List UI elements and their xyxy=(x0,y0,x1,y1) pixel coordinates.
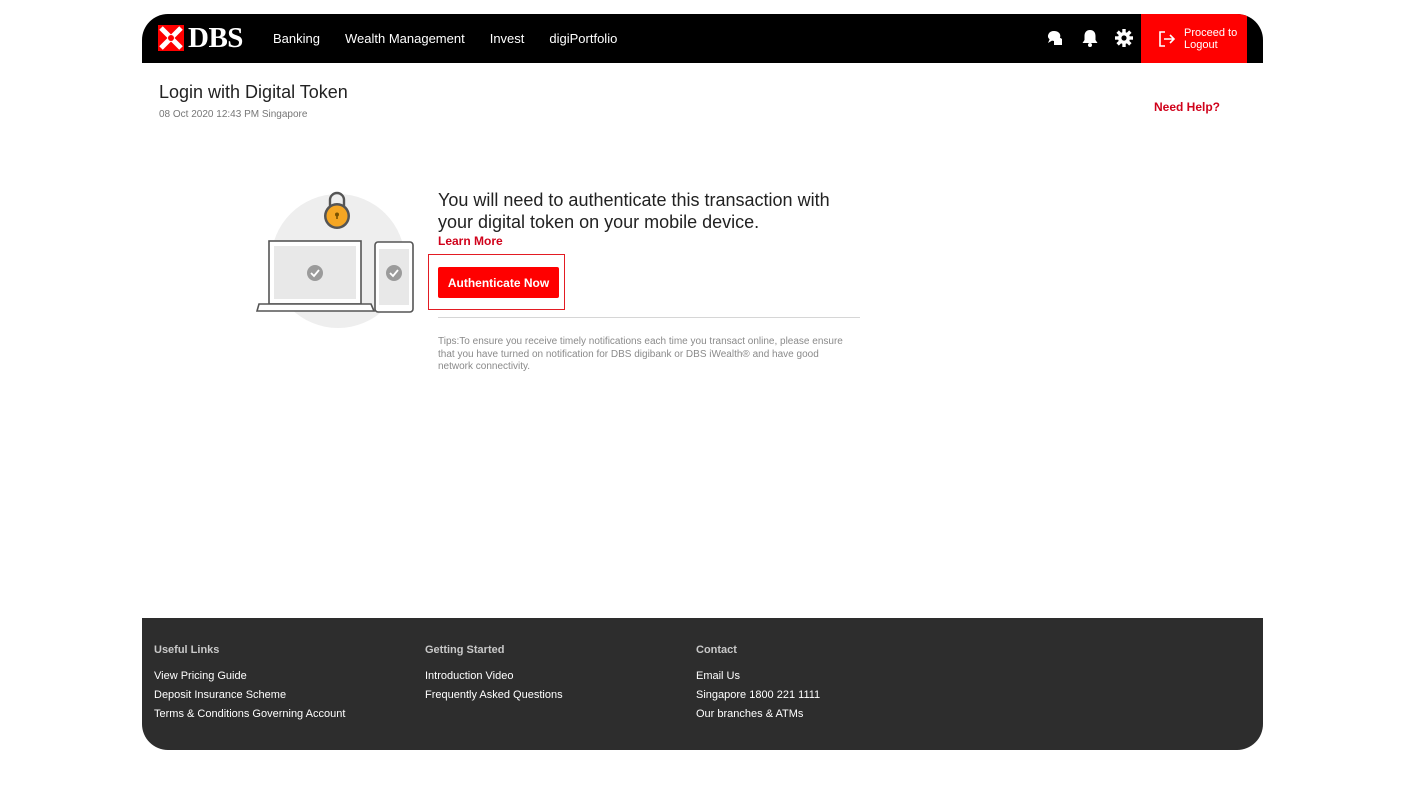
chat-icon[interactable] xyxy=(1044,27,1066,49)
logout-icon xyxy=(1158,30,1176,48)
footer-link-deposit-insurance-scheme[interactable]: Deposit Insurance Scheme xyxy=(154,686,345,705)
divider xyxy=(438,317,860,318)
bell-icon[interactable] xyxy=(1079,27,1101,49)
logout-label: Proceed to Logout xyxy=(1184,26,1238,51)
footer-column-getting-started: Getting Started Introduction Video Frequ… xyxy=(425,644,563,705)
page-timestamp: 08 Oct 2020 12:43 PM Singapore xyxy=(159,109,308,120)
learn-more-link[interactable]: Learn More xyxy=(438,234,503,248)
nav-item-banking[interactable]: Banking xyxy=(273,31,320,46)
dbs-logo-icon xyxy=(158,25,184,51)
footer-link-email-us[interactable]: Email Us xyxy=(696,667,820,686)
footer-heading: Useful Links xyxy=(154,644,220,656)
footer-link-branches-atms[interactable]: Our branches & ATMs xyxy=(696,705,820,724)
authenticate-now-button[interactable]: Authenticate Now xyxy=(438,267,559,298)
nav-item-digiportfolio[interactable]: digiPortfolio xyxy=(549,31,617,46)
digital-token-illustration xyxy=(255,186,416,331)
footer-column-useful-links: Useful Links View Pricing Guide Deposit … xyxy=(154,644,345,724)
footer-link-view-pricing-guide[interactable]: View Pricing Guide xyxy=(154,667,345,686)
proceed-to-logout-button[interactable]: Proceed to Logout xyxy=(1141,14,1247,63)
gear-icon[interactable] xyxy=(1113,27,1135,49)
brand-name: DBS xyxy=(188,21,243,54)
top-navigation-bar: DBS Banking Wealth Management Invest dig… xyxy=(142,14,1263,63)
footer-link-faq[interactable]: Frequently Asked Questions xyxy=(425,686,563,705)
authentication-message: You will need to authenticate this trans… xyxy=(438,190,830,232)
nav-item-invest[interactable]: Invest xyxy=(490,31,525,46)
footer-heading: Getting Started xyxy=(425,644,505,656)
nav-item-wealth-management[interactable]: Wealth Management xyxy=(345,31,465,46)
notification-tips: Tips:To ensure you receive timely notifi… xyxy=(438,336,843,372)
page-title: Login with Digital Token xyxy=(159,82,348,102)
footer-heading: Contact xyxy=(696,644,737,656)
footer-link-introduction-video[interactable]: Introduction Video xyxy=(425,667,563,686)
main-nav: Banking Wealth Management Invest digiPor… xyxy=(273,14,642,63)
app-frame: DBS Banking Wealth Management Invest dig… xyxy=(142,14,1263,750)
footer-link-terms-conditions[interactable]: Terms & Conditions Governing Account xyxy=(154,705,345,724)
footer-column-contact: Contact Email Us Singapore 1800 221 1111… xyxy=(696,644,820,724)
footer-link-phone[interactable]: Singapore 1800 221 1111 xyxy=(696,686,820,705)
dbs-logo[interactable]: DBS xyxy=(158,22,243,54)
footer: Useful Links View Pricing Guide Deposit … xyxy=(142,618,1263,750)
need-help-link[interactable]: Need Help? xyxy=(1154,100,1220,114)
